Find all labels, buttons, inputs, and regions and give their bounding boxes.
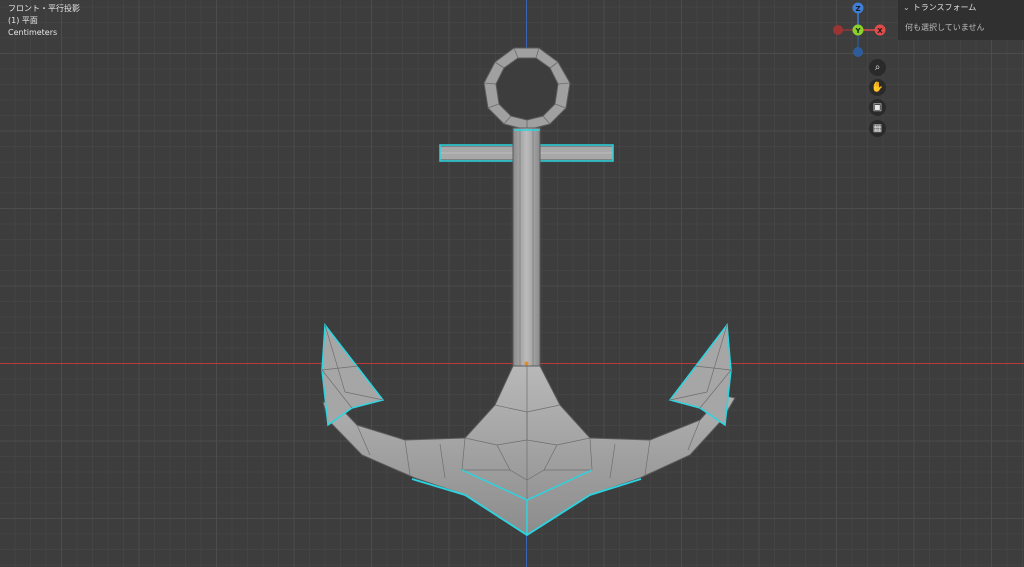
transform-title: トランスフォーム <box>912 3 977 12</box>
view-name-label: フロント・平行投影 <box>8 4 80 13</box>
anchor-ring-inner <box>495 57 559 121</box>
gizmo-neg-x[interactable] <box>833 25 843 35</box>
units-label: Centimeters <box>8 28 58 37</box>
object-name-label: (1) 平面 <box>8 16 38 25</box>
transform-panel-header[interactable]: ⌄ トランスフォーム <box>903 2 976 13</box>
zoom-icon[interactable]: ⌕ <box>869 59 886 76</box>
sidebar-n-panel: ⌄ トランスフォーム 何も選択していません <box>898 0 1024 40</box>
viewport-info-overlay: フロント・平行投影 (1) 平面 Centimeters <box>8 3 80 39</box>
3d-viewport[interactable]: Z X Y フロント・平行投影 (1) 平面 Centimeters ⌕ ✋ ▣… <box>0 0 1024 567</box>
anchor-shaft <box>512 127 541 367</box>
grid-icon[interactable]: ▦ <box>869 120 886 137</box>
hand-pan-icon[interactable]: ✋ <box>869 79 886 96</box>
gizmo-x-label: X <box>877 27 883 35</box>
gizmo-z-label: Z <box>855 5 860 13</box>
nothing-selected-message: 何も選択していません <box>905 23 985 32</box>
gizmo-neg-z[interactable] <box>853 47 863 57</box>
gizmo-y-label: Y <box>854 27 861 35</box>
chevron-down-icon: ⌄ <box>903 3 910 12</box>
anchor-mesh[interactable] <box>321 47 736 537</box>
navigation-gizmo[interactable]: Z X Y <box>833 2 886 58</box>
anchor-crown <box>322 365 736 536</box>
camera-icon[interactable]: ▣ <box>869 99 886 116</box>
